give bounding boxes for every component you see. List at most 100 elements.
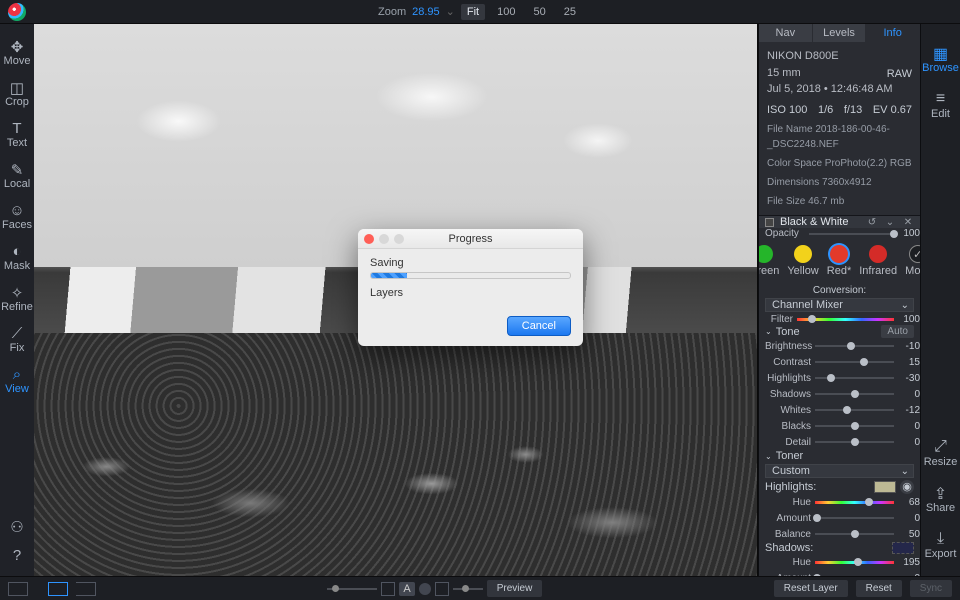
slider-track[interactable] (815, 501, 894, 504)
conversion-label: Conversion: (759, 285, 920, 296)
slider-label: Hue (765, 557, 811, 568)
eye-icon[interactable]: ◉ (900, 480, 914, 494)
tool-label: Text (7, 137, 27, 149)
slider-track[interactable] (815, 393, 894, 395)
tool-help[interactable]: ? (2, 547, 32, 564)
slider-hue[interactable]: Hue68 (759, 494, 920, 510)
tool-move[interactable]: ✥Move (2, 38, 32, 67)
slider-value: 0 (898, 421, 920, 432)
reset-icon[interactable]: ↺ (866, 217, 878, 228)
tone-section-header[interactable]: ⌄ Tone Auto (759, 325, 920, 338)
badge-a[interactable]: A (399, 582, 414, 596)
action-export[interactable]: ⤓Export (925, 530, 957, 560)
cancel-button[interactable]: Cancel (507, 316, 571, 336)
tool-faces[interactable]: ☺Faces (2, 202, 32, 231)
bottom-slider-2[interactable] (453, 588, 483, 590)
slider-track[interactable] (797, 318, 894, 321)
preset-label: Infrared (859, 265, 897, 277)
shadows-swatch[interactable] (892, 542, 914, 554)
sync-button[interactable]: Sync (910, 580, 952, 597)
toner-preset-dropdown[interactable]: Custom⌄ (765, 464, 914, 478)
conversion-mode-dropdown[interactable]: Channel Mixer⌄ (765, 298, 914, 312)
zoom-value[interactable]: 28.95 (412, 6, 440, 18)
preset-more[interactable]: ✓More (905, 245, 920, 277)
preset-red[interactable]: Red* (827, 245, 851, 277)
move-icon: ✥ (11, 38, 24, 55)
tab-nav[interactable]: Nav (759, 24, 813, 42)
slider-highlights[interactable]: Highlights-30 (759, 370, 920, 386)
tool-label: Local (4, 178, 30, 190)
action-resize[interactable]: ⤢Resize (924, 438, 958, 468)
filter-header[interactable]: Black & White ↺ ⌄ ✕ (759, 215, 920, 228)
tool-text[interactable]: TText (2, 120, 32, 149)
slider-balance[interactable]: Balance50 (759, 526, 920, 542)
sub-title: Shadows: (765, 542, 813, 554)
view-mode-compare-b[interactable] (76, 582, 96, 596)
reset-layer-button[interactable]: Reset Layer (774, 580, 848, 597)
action-share[interactable]: ⇪Share (926, 484, 955, 514)
slider-amount[interactable]: Amount0 (759, 510, 920, 526)
dialog-title: Progress (358, 233, 583, 245)
chevron-down-icon: ⌄ (901, 466, 909, 477)
tab-levels[interactable]: Levels (813, 24, 867, 42)
preset-yellow[interactable]: Yellow (787, 245, 818, 277)
slider-track[interactable] (815, 517, 894, 519)
metadata-block: NIKON D800E 15 mm Jul 5, 2018 • 12:46:48… (759, 42, 920, 215)
view-mode-compare-a[interactable] (48, 582, 68, 596)
refine-icon: ✧ (11, 284, 24, 301)
slider-hue[interactable]: Hue195 (759, 554, 920, 570)
slider-blacks[interactable]: Blacks 0 (759, 418, 920, 434)
zoom-50-button[interactable]: 50 (527, 4, 551, 20)
tool-user[interactable]: ⚇ (2, 518, 32, 535)
chevron-down-icon[interactable]: ⌄ (446, 5, 455, 18)
slider-track[interactable] (809, 233, 894, 235)
crop-icon: ◫ (10, 79, 24, 96)
slider-track[interactable] (815, 345, 894, 347)
highlights-swatch[interactable] (874, 481, 896, 493)
tab-info[interactable]: Info (866, 24, 920, 42)
mode-edit[interactable]: ≡Edit (931, 90, 950, 120)
bottom-slider[interactable] (327, 588, 377, 590)
slider-label: Blacks (765, 421, 811, 432)
chevron-down-icon[interactable]: ⌄ (884, 217, 896, 228)
mode-browse[interactable]: ▦Browse (922, 44, 959, 74)
tool-view[interactable]: ⌕View (2, 366, 32, 395)
preview-button[interactable]: Preview (487, 580, 543, 597)
preset-infrared[interactable]: Infrared (859, 245, 897, 277)
auto-button[interactable]: Auto (881, 325, 914, 338)
circle-icon[interactable] (419, 583, 431, 595)
slider-detail[interactable]: Detail0 (759, 434, 920, 450)
slider-track[interactable] (815, 377, 894, 379)
slider-track[interactable] (815, 533, 894, 535)
view-mode-single[interactable] (8, 582, 28, 596)
slider-contrast[interactable]: Contrast15 (759, 354, 920, 370)
slider-shadows[interactable]: Shadows0 (759, 386, 920, 402)
filter-slider[interactable]: Filter 100 (759, 314, 920, 325)
slider-track[interactable] (815, 441, 894, 443)
export-icon: ⤓ (937, 530, 944, 548)
resize-icon: ⤢ (934, 438, 947, 456)
zoom-fit-button[interactable]: Fit (461, 4, 485, 20)
dialog-titlebar[interactable]: Progress (358, 229, 583, 249)
tool-fix[interactable]: ⟋Fix (2, 325, 32, 354)
filter-enabled-checkbox[interactable] (765, 218, 774, 227)
preset-green[interactable]: Green (758, 245, 779, 277)
toner-section-header[interactable]: ⌄ Toner (759, 450, 920, 462)
layer-toggle-b[interactable] (435, 582, 449, 596)
zoom-25-button[interactable]: 25 (558, 4, 582, 20)
layer-toggle-a[interactable] (381, 582, 395, 596)
slider-whites[interactable]: Whites-12 (759, 402, 920, 418)
slider-track[interactable] (815, 425, 894, 427)
tool-refine[interactable]: ✧Refine (2, 284, 32, 313)
close-icon[interactable]: ✕ (902, 217, 914, 228)
slider-brightness[interactable]: Brightness-10 (759, 338, 920, 354)
slider-track[interactable] (815, 409, 894, 411)
tool-local[interactable]: ✎Local (2, 161, 32, 190)
tool-crop[interactable]: ◫Crop (2, 79, 32, 108)
zoom-100-button[interactable]: 100 (491, 4, 521, 20)
reset-button[interactable]: Reset (856, 580, 902, 597)
slider-track[interactable] (815, 561, 894, 564)
slider-track[interactable] (815, 361, 894, 363)
opacity-slider[interactable]: Opacity 100 (759, 228, 920, 239)
tool-mask[interactable]: ◐Mask (2, 243, 32, 272)
